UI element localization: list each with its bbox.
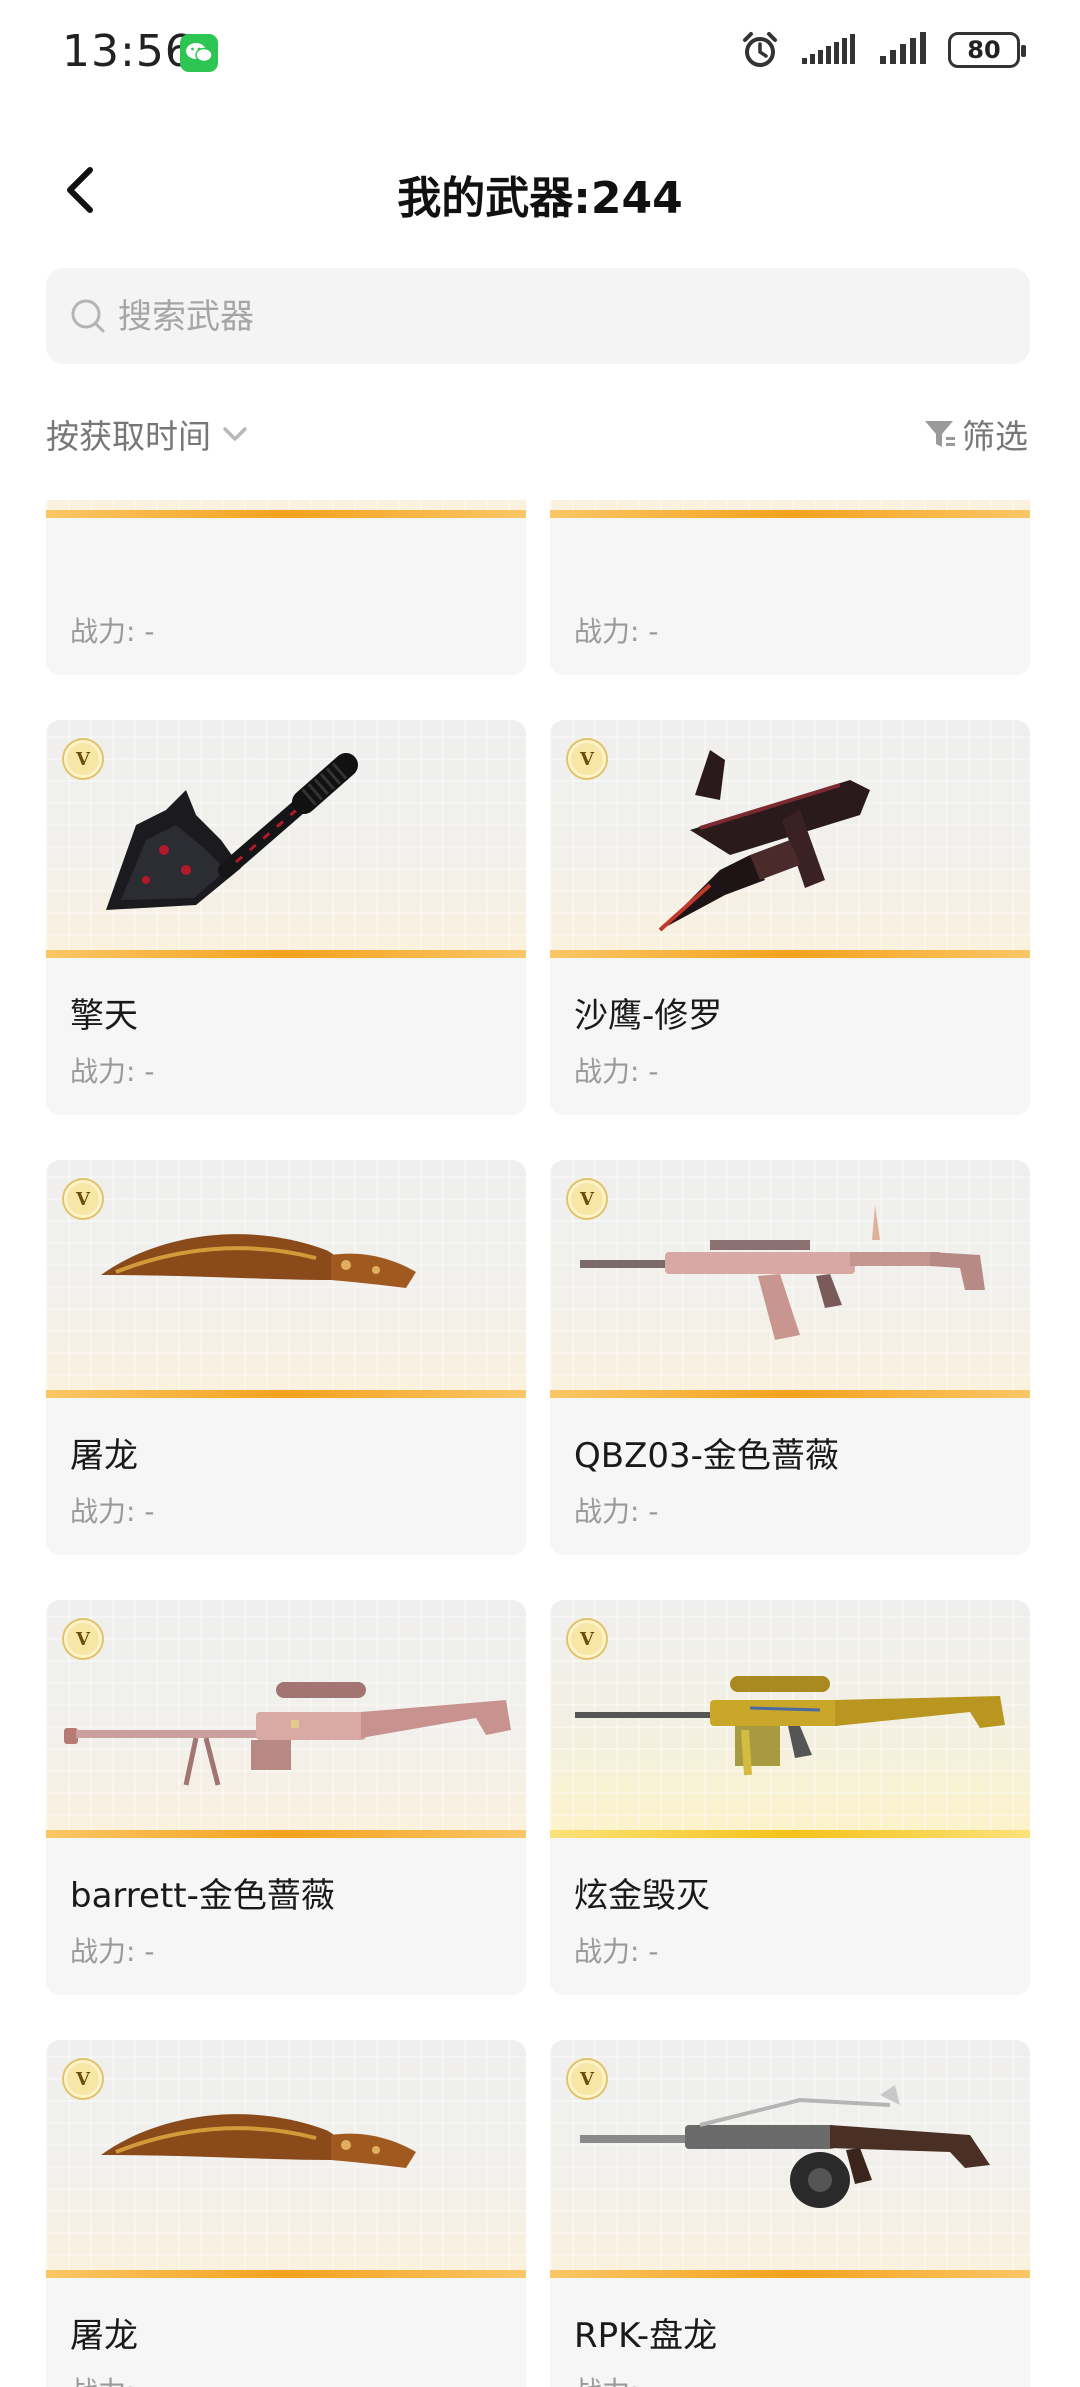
weapon-power: 战力: - (574, 1055, 659, 1088)
weapon-card[interactable]: V 沙鹰-修罗 战力: - (550, 720, 1030, 1115)
weapon-image: V (550, 720, 1030, 958)
weapon-name: 屠龙 (70, 1436, 138, 1476)
weapon-name: QBZ03-金色蔷薇 (574, 1436, 839, 1476)
weapon-card[interactable]: V RPK-盘龙 战力: - (550, 2040, 1030, 2387)
shovel-weapon-icon (106, 753, 358, 910)
status-time: 13:56 (62, 26, 194, 77)
weapon-image: V (46, 2040, 526, 2278)
weapon-card[interactable]: V QBZ03-金色蔷薇 战力: - (550, 1160, 1030, 1555)
weapon-name: barrett-金色蔷薇 (70, 1876, 335, 1916)
chevron-down-icon (223, 427, 247, 441)
weapon-name: 沙鹰-修罗 (574, 996, 723, 1036)
weapon-card[interactable]: V 炫金毁灭 战力: - (550, 1600, 1030, 1995)
weapon-card[interactable]: 战力: - (46, 500, 526, 675)
kukri-knife-icon (101, 2114, 416, 2168)
search-icon (71, 299, 105, 333)
battery-icon: 80 (948, 32, 1026, 68)
weapon-card[interactable]: V 屠龙 战力: - (46, 2040, 526, 2387)
weapon-power: 战力: - (574, 615, 659, 648)
weapon-name: 屠龙 (70, 2316, 138, 2356)
header: 我的武器:244 (0, 140, 1080, 240)
assault-rifle-icon (580, 1205, 985, 1340)
sniper-rifle-icon (64, 1682, 511, 1786)
filter-button[interactable]: 筛选 (922, 410, 1028, 458)
wechat-icon (180, 34, 218, 72)
signal-icon (880, 32, 926, 64)
search-input[interactable] (116, 268, 1000, 366)
filter-icon (925, 421, 955, 447)
weapon-image: V (46, 1600, 526, 1838)
weapon-image: V (550, 1600, 1030, 1838)
weapon-card[interactable]: V 擎天 战力: - (46, 720, 526, 1115)
kukri-knife-icon (101, 1234, 416, 1288)
weapon-card[interactable]: V barrett-金色蔷薇 战力: - (46, 1600, 526, 1995)
signal-icon (802, 34, 855, 64)
weapon-power: 战力: - (70, 2370, 154, 2387)
weapon-power: 战力: - (574, 2370, 658, 2387)
status-bar: 13:56 80 (0, 0, 1080, 110)
weapon-image: V (550, 1160, 1030, 1398)
weapon-card[interactable]: 战力: - (550, 500, 1030, 675)
weapon-grid: 战力: - 战力: - V 擎天 战力: - V 沙鹰-修罗 战力: - V 屠… (0, 500, 1080, 2387)
weapon-name: RPK-盘龙 (574, 2316, 718, 2356)
weapon-name: 炫金毁灭 (574, 1876, 710, 1916)
weapon-name: 擎天 (70, 996, 138, 1036)
weapon-power: 战力: - (70, 615, 155, 648)
filter-label: 筛选 (962, 417, 1028, 456)
gold-sniper-rifle-icon (575, 1676, 1005, 1776)
machine-gun-icon (580, 2085, 990, 2208)
weapon-power: 战力: - (70, 1495, 155, 1528)
weapon-image: V (46, 1160, 526, 1398)
weapon-power: 战力: - (70, 1055, 155, 1088)
page-title: 我的武器:244 (397, 173, 683, 224)
weapon-power: 战力: - (574, 1495, 659, 1528)
sort-label: 按获取时间 (46, 417, 211, 456)
weapon-card[interactable]: V 屠龙 战力: - (46, 1160, 526, 1555)
alarm-icon (743, 32, 777, 67)
search-bar[interactable] (46, 268, 1030, 366)
weapon-power: 战力: - (574, 1935, 659, 1968)
weapon-image: V (46, 720, 526, 958)
sort-dropdown[interactable]: 按获取时间 (46, 410, 253, 458)
weapon-power: 战力: - (70, 1935, 155, 1968)
weapon-image: V (550, 2040, 1030, 2278)
desert-eagle-pistol-icon (658, 750, 870, 932)
